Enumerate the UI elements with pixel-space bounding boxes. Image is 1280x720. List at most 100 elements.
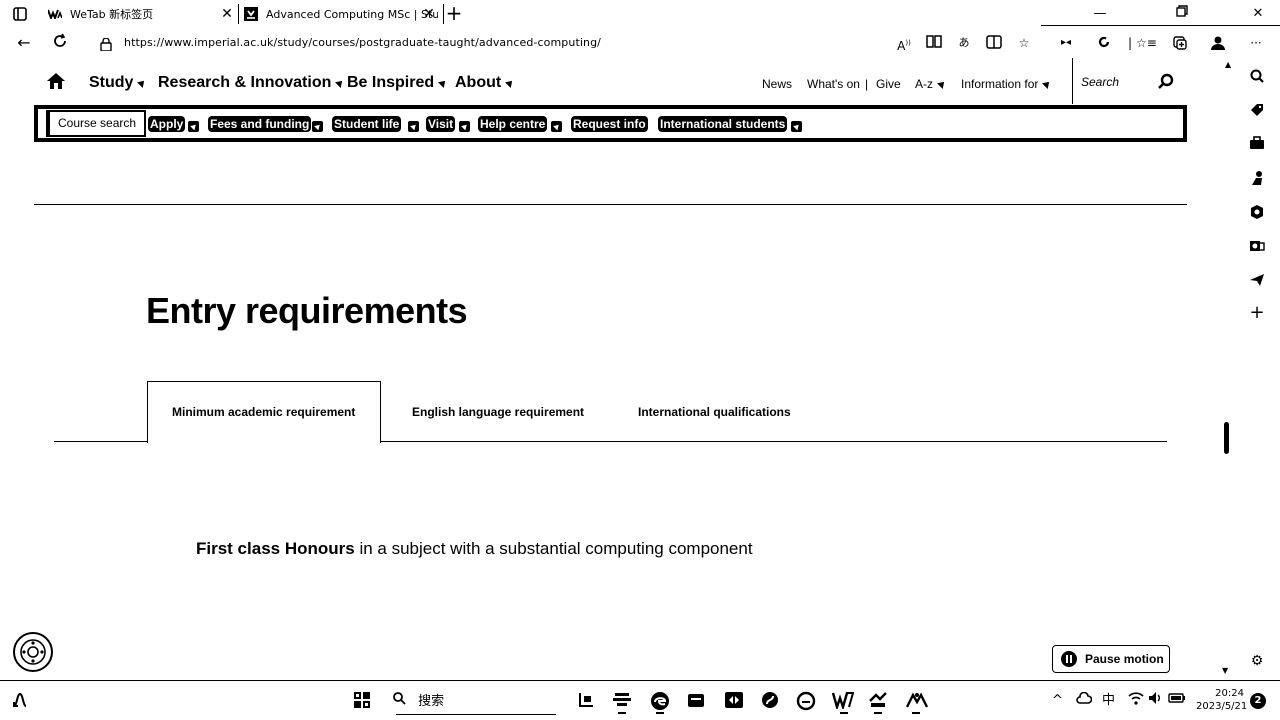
nav-a-z[interactable]: A-z: [915, 77, 947, 91]
subnav-international-students[interactable]: International students: [658, 116, 788, 132]
refresh-icon[interactable]: [50, 33, 70, 53]
file-explorer-icon[interactable]: [686, 691, 706, 711]
nav-research-innovation[interactable]: Research & Innovation: [158, 74, 346, 92]
clock-time: 20:24: [1215, 688, 1244, 699]
sidebar-microsoft365-icon[interactable]: [1248, 204, 1266, 222]
taskbar-search-box[interactable]: 搜索: [392, 691, 558, 715]
caret-icon: [438, 78, 449, 88]
scroll-up-arrow-icon[interactable]: ▲: [1225, 60, 1231, 69]
home-icon[interactable]: [46, 72, 68, 92]
taskbar-app2-icon[interactable]: [724, 691, 744, 711]
tab-divider: [1041, 25, 1280, 26]
sidebar-tools-icon[interactable]: [1248, 136, 1266, 154]
site-main-nav: Study Research & Innovation Be Inspired …: [0, 58, 1222, 106]
sidebar-search-icon[interactable]: [1248, 68, 1266, 86]
nav-news[interactable]: News: [762, 77, 792, 91]
favorites-list-icon[interactable]: ☆≡: [1136, 35, 1157, 51]
caret-icon: [1042, 79, 1053, 89]
pause-motion-button[interactable]: Pause motion: [1052, 645, 1170, 673]
tab-international-qualifications[interactable]: International qualifications: [638, 405, 791, 419]
accessibility-widget-icon[interactable]: [13, 632, 53, 672]
subnav-visit[interactable]: Visit: [426, 116, 456, 132]
url-field[interactable]: https://www.imperial.ac.uk/study/courses…: [124, 36, 601, 49]
onedrive-cloud-icon[interactable]: [1076, 691, 1093, 711]
clock-date: 2023/5/21: [1196, 701, 1248, 712]
nav-whats-on[interactable]: What's on: [807, 77, 860, 91]
browser-tab-advanced-computing[interactable]: Advanced Computing MSc | Stuc ✕: [238, 2, 444, 26]
sidebar-send-icon[interactable]: [1248, 272, 1266, 290]
extension-arrows-icon[interactable]: ▸◂: [1058, 35, 1074, 51]
wifi-icon[interactable]: [1128, 691, 1144, 712]
maximize-icon[interactable]: [1172, 4, 1192, 24]
sidebar-add-icon[interactable]: +: [1248, 304, 1266, 322]
running-indicator: [874, 712, 882, 714]
tab-minimum-academic-requirement[interactable]: Minimum academic requirement: [172, 405, 355, 419]
split-screen-icon[interactable]: [986, 35, 1002, 51]
scroll-down-arrow-icon[interactable]: ▼: [1222, 666, 1228, 675]
taskbar-app-icon[interactable]: [612, 691, 632, 711]
pause-motion-label: Pause motion: [1085, 652, 1164, 666]
taskbar-app3-icon[interactable]: [760, 691, 780, 711]
scrollbar-thumb[interactable]: [1224, 422, 1229, 454]
more-options-icon[interactable]: ···: [1248, 35, 1264, 51]
caret-icon: [408, 121, 419, 132]
nav-about[interactable]: About: [455, 74, 516, 92]
volume-icon[interactable]: [1148, 691, 1164, 712]
back-arrow-icon[interactable]: ←: [14, 33, 34, 53]
nav-a-z-label: A-z: [915, 77, 933, 91]
subnav-request-info[interactable]: Request info: [571, 116, 648, 132]
minimize-icon[interactable]: —: [1090, 4, 1110, 24]
course-search-button[interactable]: Course search: [46, 110, 147, 137]
subnav-apply[interactable]: Apply: [148, 116, 186, 132]
extension-refresh-icon[interactable]: [1096, 35, 1112, 51]
new-tab-button[interactable]: +: [444, 3, 464, 23]
nav-separator: |: [865, 77, 869, 91]
task-view-icon[interactable]: [576, 691, 596, 711]
close-window-icon[interactable]: ✕: [1248, 4, 1268, 24]
imperial-favicon-icon: [244, 7, 258, 21]
nav-information-for-label: Information for: [961, 77, 1039, 91]
profile-avatar-icon[interactable]: [1210, 35, 1226, 51]
nav-give[interactable]: Give: [876, 77, 901, 91]
subnav-student-life[interactable]: Student life: [332, 116, 402, 132]
nav-study[interactable]: Study: [89, 74, 148, 92]
favorite-star-icon[interactable]: ☆: [1016, 35, 1032, 51]
sidebar-games-icon[interactable]: [1248, 170, 1266, 188]
translate-icon[interactable]: あ: [956, 35, 972, 51]
sidebar-shopping-tag-icon[interactable]: [1248, 102, 1266, 120]
nav-information-for[interactable]: Information for: [961, 77, 1053, 91]
wps-icon[interactable]: [831, 691, 855, 712]
tab-actions-icon[interactable]: [8, 4, 32, 24]
taskbar-app5-icon[interactable]: [905, 691, 929, 711]
requirement-detail: in a subject with a substantial computin…: [354, 539, 753, 558]
input-method-indicator[interactable]: 中: [1102, 691, 1115, 711]
taskbar-app4-icon[interactable]: [868, 691, 888, 711]
tab-english-language-requirement[interactable]: English language requirement: [412, 405, 584, 419]
start-windows-icon[interactable]: [352, 691, 372, 711]
sidebar-settings-gear-icon[interactable]: ⚙: [1248, 652, 1266, 670]
close-tab-icon[interactable]: ✕: [420, 5, 438, 23]
collections-icon[interactable]: [1172, 35, 1188, 51]
caret-icon: [791, 121, 802, 132]
edge-browser-icon[interactable]: [650, 691, 670, 711]
caret-icon: [459, 121, 470, 132]
browser-tab-wetab[interactable]: WeTab 新标签页 ✕: [48, 2, 236, 26]
edge-dev-icon[interactable]: [796, 691, 816, 711]
close-tab-icon[interactable]: ✕: [218, 5, 236, 23]
site-search[interactable]: Search: [1072, 58, 1182, 104]
subnav-help-centre[interactable]: Help centre: [478, 116, 548, 132]
search-icon[interactable]: [1157, 73, 1175, 91]
course-sub-nav: Course search Apply Fees and funding Stu…: [34, 105, 1187, 142]
notification-badge[interactable]: 2: [1250, 693, 1266, 709]
sidebar-outlook-icon[interactable]: [1248, 238, 1266, 256]
read-aloud-icon[interactable]: A)): [896, 35, 912, 53]
lock-icon[interactable]: [100, 36, 112, 52]
battery-icon[interactable]: [1168, 691, 1186, 711]
system-clock[interactable]: 20:24 2023/5/21: [1196, 687, 1248, 713]
show-hidden-icons-icon[interactable]: ^: [1052, 691, 1063, 711]
subnav-fees-funding[interactable]: Fees and funding: [208, 116, 312, 132]
taskbar-widgets-icon[interactable]: [10, 691, 30, 711]
immersive-reader-icon[interactable]: [926, 35, 942, 51]
nav-be-inspired[interactable]: Be Inspired: [347, 74, 449, 92]
caret-icon: [505, 78, 516, 88]
